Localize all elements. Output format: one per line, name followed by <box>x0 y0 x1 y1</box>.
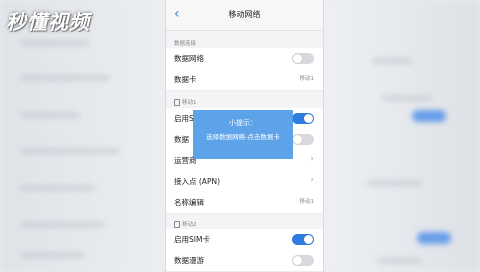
sim1-apn-row[interactable]: 接入点 (APN) › <box>166 171 323 193</box>
data-card-value: 移动1 <box>299 76 315 82</box>
sim-card-icon <box>174 221 180 228</box>
blurred-background-left <box>0 0 165 272</box>
sim1-enable-label: 启用S <box>174 114 194 123</box>
tip-overlay: 小提示： 选择数据网络-点击数据卡 <box>193 110 293 159</box>
sim1-roaming-toggle[interactable] <box>292 134 314 145</box>
sim-card-icon <box>174 99 180 106</box>
sim1-name-row[interactable]: 名称编辑 移动1 <box>166 192 323 214</box>
sim1-apn-label: 接入点 (APN) <box>174 177 220 186</box>
sim2-roaming-label: 数据漫游 <box>174 256 204 265</box>
sim2-enable-toggle[interactable] <box>292 234 314 245</box>
data-network-label: 数据网络 <box>174 54 204 63</box>
blurred-background-right <box>322 0 480 272</box>
sim1-name-value: 移动1 <box>299 199 315 205</box>
sim1-name-label: 名称编辑 <box>174 198 204 207</box>
data-network-toggle[interactable] <box>292 53 314 64</box>
sim1-roaming-label: 数据 <box>174 135 189 144</box>
sim2-enable-label: 启用SIM卡 <box>174 235 210 244</box>
chevron-right-icon: › <box>310 175 314 185</box>
watermark-logo: 秒懂视频 <box>6 10 90 34</box>
sim2-roaming-toggle[interactable] <box>292 255 314 266</box>
chevron-right-icon: › <box>310 154 314 164</box>
section-label-sim1: 移动1 <box>174 99 197 107</box>
data-card-row[interactable]: 数据卡 移动1 <box>166 69 323 91</box>
navigation-bar: ‹ 移动网络 <box>166 0 323 31</box>
sim2-enable-row[interactable]: 启用SIM卡 <box>166 229 323 251</box>
data-network-row[interactable]: 数据网络 <box>166 48 323 70</box>
sim2-roaming-row[interactable]: 数据漫游 <box>166 250 323 272</box>
sim1-enable-toggle[interactable] <box>292 113 314 124</box>
section-label-sim2: 移动2 <box>174 221 197 229</box>
tip-body: 选择数据网络-点击数据卡 <box>206 133 280 141</box>
tip-title: 小提示： <box>229 119 257 127</box>
data-card-label: 数据卡 <box>174 75 197 84</box>
page-title: 移动网络 <box>228 10 261 19</box>
section-label-data-connection: 数据连接 <box>174 41 197 47</box>
